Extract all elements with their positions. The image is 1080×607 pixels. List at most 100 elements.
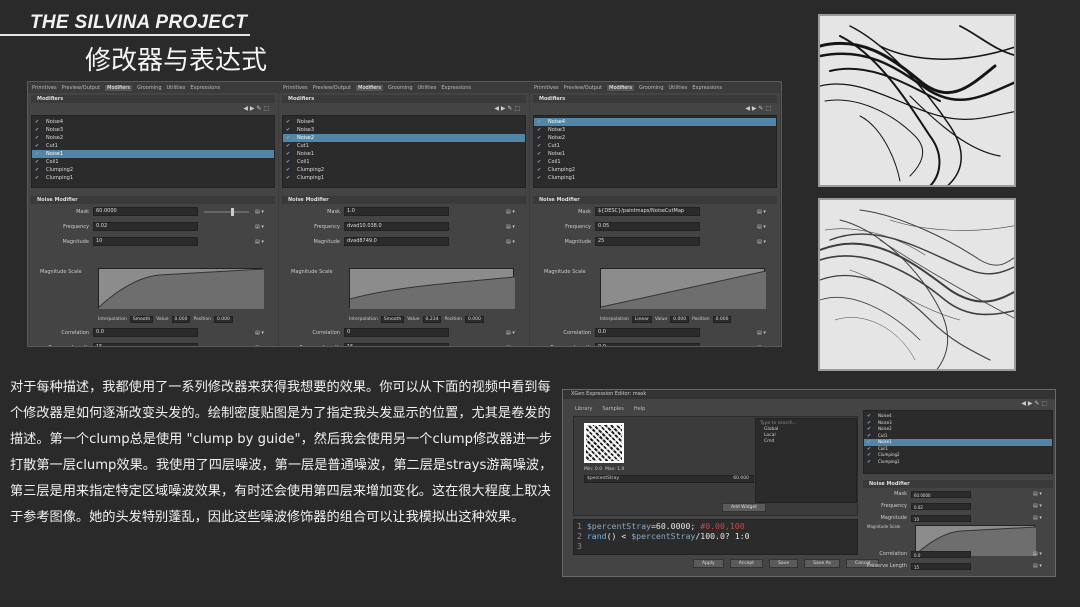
preserve_length-field[interactable]: 15 (344, 343, 449, 346)
side-preserve_length-field[interactable]: 15 (911, 562, 971, 570)
expression-menu-icon[interactable]: ▤ ▾ (506, 209, 526, 215)
frequency-slider[interactable] (455, 226, 500, 228)
tab-grooming[interactable]: Grooming (137, 85, 162, 91)
modifier-list-item[interactable]: Clumping1 (534, 174, 776, 182)
side-frequency-field[interactable]: 0.02 (911, 502, 971, 510)
modifier-list-item[interactable]: Coil1 (534, 158, 776, 166)
expression-menu-icon[interactable]: ▤ ▾ (1033, 503, 1053, 509)
expression-menu-icon[interactable]: ▤ ▾ (757, 330, 777, 336)
modifier-list-item[interactable]: Clumping1 (283, 174, 525, 182)
correlation-slider[interactable] (706, 332, 751, 334)
preserve_length-slider[interactable] (204, 347, 249, 348)
tab-previewoutput[interactable]: Preview/Output (313, 85, 352, 91)
magnitude-slider[interactable] (204, 241, 249, 243)
modifier-list-item[interactable]: Clumping1 (32, 174, 274, 182)
editor-tab-library[interactable]: Library (575, 406, 592, 412)
var-field[interactable]: $percentStray 60.000 (584, 475, 754, 483)
tab-utilities[interactable]: Utilities (418, 85, 437, 91)
expression-menu-icon[interactable]: ▤ ▾ (255, 330, 275, 336)
expression-menu-icon[interactable]: ▤ ▾ (506, 224, 526, 230)
editor-apply-button[interactable]: Apply (693, 559, 724, 568)
modifier-list-item[interactable]: Noise4 (534, 118, 776, 126)
magnitude-field[interactable]: 25 (595, 237, 700, 246)
modifiers-section-header[interactable]: Modifiers (31, 95, 275, 103)
editor-tab-samples[interactable]: Samples (602, 406, 623, 412)
tab-grooming[interactable]: Grooming (388, 85, 413, 91)
magnitude-field[interactable]: dvad8749.0 (344, 237, 449, 246)
tab-expressions[interactable]: Expressions (692, 85, 722, 91)
expression-menu-icon[interactable]: ▤ ▾ (255, 224, 275, 230)
frequency-field[interactable]: 0.05 (595, 222, 700, 231)
modifier-list-item[interactable]: Noise1 (534, 150, 776, 158)
magnitude-slider[interactable] (455, 241, 500, 243)
expression-menu-icon[interactable]: ▤ ▾ (757, 224, 777, 230)
modifier-list-item[interactable]: Coil1 (32, 158, 274, 166)
variable-tree-item[interactable]: Cmd (760, 439, 852, 445)
modifier-list-item[interactable]: Noise2 (283, 134, 525, 142)
side-mask-field[interactable]: 60.0000 (911, 490, 971, 498)
frequency-field[interactable]: dvad10.038.0 (344, 222, 449, 231)
mask-slider[interactable] (706, 211, 751, 213)
mask-field[interactable]: 60.0000 (93, 207, 198, 216)
modifier-list-item[interactable]: Cut1 (32, 142, 274, 150)
modifier-toolbar-icons[interactable]: ◀ ▶ ✎ ⬚ (282, 103, 526, 115)
tab-previewoutput[interactable]: Preview/Output (62, 85, 101, 91)
position-field[interactable]: 0.000 (213, 316, 233, 323)
modifiers-section-header[interactable]: Modifiers (533, 95, 777, 103)
interpolation-select[interactable]: Linear (631, 316, 652, 323)
value-field[interactable]: 0.234 (422, 316, 442, 323)
frequency-slider[interactable] (204, 226, 249, 228)
modifier-list[interactable]: Noise4Noise3Noise2Cut1Noise1Coil1Clumpin… (533, 115, 777, 188)
modifier-list[interactable]: Noise4Noise3Noise2Cut1Noise1Coil1Clumpin… (282, 115, 526, 188)
frequency-field[interactable]: 0.02 (93, 222, 198, 231)
expression-menu-icon[interactable]: ▤ ▾ (255, 239, 275, 245)
modifier-list-item[interactable]: Noise4 (283, 118, 525, 126)
position-field[interactable]: 0.000 (712, 316, 732, 323)
tab-primitives[interactable]: Primitives (534, 85, 559, 91)
expression-menu-icon[interactable]: ▤ ▾ (1033, 563, 1053, 569)
correlation-field[interactable]: 0.0 (93, 328, 198, 337)
side-modifier-list[interactable]: Noise4Noise3Noise2Cut1Noise1Coil1Clumpin… (863, 410, 1053, 474)
magnitude-slider[interactable] (706, 241, 751, 243)
editor-tab-help[interactable]: Help (634, 406, 645, 412)
mask-field[interactable]: 1.0 (344, 207, 449, 216)
side-toolbar-icons[interactable]: ◀ ▶ ✎ ⬚ (863, 398, 1053, 410)
expression-menu-icon[interactable]: ▤ ▾ (757, 345, 777, 347)
editor-save-as-button[interactable]: Save As (804, 559, 841, 568)
expression-menu-icon[interactable]: ▤ ▾ (506, 345, 526, 347)
modifier-list-item[interactable]: Clumping2 (32, 166, 274, 174)
modifier-list-item[interactable]: Noise2 (32, 134, 274, 142)
expression-menu-icon[interactable]: ▤ ▾ (255, 345, 275, 347)
tab-expressions[interactable]: Expressions (190, 85, 220, 91)
side-noise-header[interactable]: Noise Modifier (863, 480, 1053, 488)
expression-menu-icon[interactable]: ▤ ▾ (506, 330, 526, 336)
modifier-list-item[interactable]: Noise3 (534, 126, 776, 134)
preserve_length-field[interactable]: 0.0 (595, 343, 700, 346)
editor-accept-button[interactable]: Accept (729, 559, 764, 568)
modifier-list-item[interactable]: Cut1 (283, 142, 525, 150)
modifier-list-item[interactable]: Cut1 (534, 142, 776, 150)
modifier-list-item[interactable]: Noise3 (32, 126, 274, 134)
expression-menu-icon[interactable]: ▤ ▾ (757, 239, 777, 245)
modifier-toolbar-icons[interactable]: ◀ ▶ ✎ ⬚ (31, 103, 275, 115)
tab-primitives[interactable]: Primitives (32, 85, 57, 91)
expression-menu-icon[interactable]: ▤ ▾ (506, 239, 526, 245)
preserve_length-slider[interactable] (455, 347, 500, 348)
modifier-list-item[interactable]: Clumping2 (283, 166, 525, 174)
modifier-list-item[interactable]: Coil1 (283, 158, 525, 166)
expression-menu-icon[interactable]: ▤ ▾ (255, 209, 275, 215)
tab-modifiers[interactable]: Modifiers (356, 84, 383, 91)
magnitude-scale-curve[interactable] (98, 268, 265, 309)
modifier-list-item[interactable]: Noise1 (32, 150, 274, 158)
side-modifier-item[interactable]: Clumping1 (864, 459, 1052, 466)
expression-menu-icon[interactable]: ▤ ▾ (1033, 491, 1053, 497)
preserve_length-slider[interactable] (706, 347, 751, 348)
tab-previewoutput[interactable]: Preview/Output (564, 85, 603, 91)
modifier-list-item[interactable]: Clumping2 (534, 166, 776, 174)
tab-expressions[interactable]: Expressions (441, 85, 471, 91)
side-correlation-field[interactable]: 0.0 (911, 550, 971, 558)
preserve_length-field[interactable]: 15 (93, 343, 198, 346)
correlation-slider[interactable] (455, 332, 500, 334)
tab-modifiers[interactable]: Modifiers (105, 84, 132, 91)
expression-menu-icon[interactable]: ▤ ▾ (1033, 515, 1053, 521)
